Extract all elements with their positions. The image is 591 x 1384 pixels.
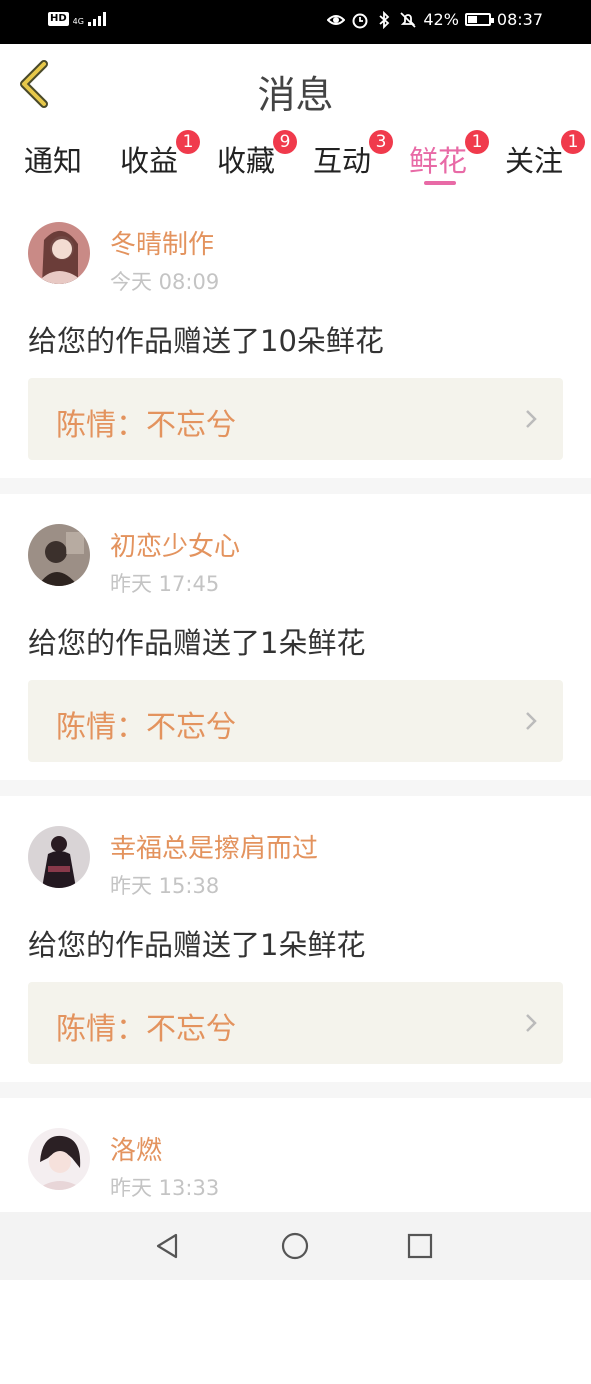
message-list: 冬晴制作 今天 08:09 给您的作品赠送了10朵鲜花 陈情：不忘兮 初恋少女心…	[0, 192, 591, 1384]
status-bar: HD 4G 42% 08:37	[0, 0, 591, 44]
clock: 08:37	[496, 10, 543, 29]
chevron-right-icon	[526, 1014, 537, 1032]
work-title: 陈情：不忘兮	[56, 710, 236, 745]
eye-icon	[326, 11, 346, 29]
username[interactable]: 初恋少女心	[110, 526, 240, 563]
home-circle-icon[interactable]	[279, 1230, 311, 1262]
tab-label: 鲜花	[409, 144, 468, 178]
count-badge: 1	[176, 130, 200, 154]
tab-flowers[interactable]: 鲜花 1	[409, 130, 489, 180]
divider	[0, 780, 591, 796]
timestamp: 昨天 17:45	[110, 572, 220, 596]
tab-following[interactable]: 关注 1	[505, 130, 585, 180]
tab-label: 关注	[505, 144, 564, 178]
divider	[0, 1082, 591, 1098]
avatar[interactable]	[28, 222, 90, 284]
tab-earnings[interactable]: 收益 1	[120, 130, 200, 180]
work-title: 陈情：不忘兮	[56, 1012, 236, 1047]
message-text: 给您的作品赠送了1朵鲜花	[28, 626, 366, 660]
count-badge: 1	[465, 130, 489, 154]
message-card: 冬晴制作 今天 08:09 给您的作品赠送了10朵鲜花 陈情：不忘兮	[0, 192, 591, 478]
divider	[0, 478, 591, 494]
tab-label: 收益	[120, 144, 179, 178]
count-badge: 3	[369, 130, 393, 154]
battery-percent: 42%	[423, 10, 459, 29]
tab-favorites[interactable]: 收藏 9	[217, 130, 297, 180]
hd-indicator: HD	[48, 12, 69, 26]
bluetooth-icon	[375, 10, 393, 29]
timestamp: 昨天 13:33	[110, 1176, 220, 1200]
active-tab-indicator	[424, 181, 456, 185]
work-link[interactable]: 陈情：不忘兮	[28, 982, 563, 1064]
page-title: 消息	[257, 73, 334, 117]
avatar[interactable]	[28, 524, 90, 586]
username[interactable]: 幸福总是擦肩而过	[110, 828, 318, 865]
alarm-icon	[351, 11, 369, 29]
username[interactable]: 洛燃	[110, 1130, 162, 1167]
timestamp: 今天 08:09	[110, 270, 220, 294]
system-nav-bar	[0, 1212, 591, 1280]
timestamp: 昨天 15:38	[110, 874, 220, 898]
recents-square-icon[interactable]	[404, 1230, 436, 1262]
username[interactable]: 冬晴制作	[110, 224, 214, 261]
message-card: 幸福总是擦肩而过 昨天 15:38 给您的作品赠送了1朵鲜花 陈情：不忘兮	[0, 796, 591, 1082]
message-text: 给您的作品赠送了10朵鲜花	[28, 324, 384, 358]
mute-icon	[399, 11, 417, 29]
count-badge: 9	[273, 130, 297, 154]
tab-notifications[interactable]: 通知	[24, 138, 82, 180]
tab-interactions[interactable]: 互动 3	[313, 130, 393, 180]
message-text: 给您的作品赠送了1朵鲜花	[28, 928, 366, 962]
battery-icon	[464, 13, 494, 26]
tab-label: 收藏	[217, 144, 276, 178]
work-link[interactable]: 陈情：不忘兮	[28, 378, 563, 460]
avatar[interactable]	[28, 1128, 90, 1190]
message-card: 初恋少女心 昨天 17:45 给您的作品赠送了1朵鲜花 陈情：不忘兮	[0, 494, 591, 780]
work-link[interactable]: 陈情：不忘兮	[28, 680, 563, 762]
avatar[interactable]	[28, 826, 90, 888]
work-title: 陈情：不忘兮	[56, 408, 236, 443]
chevron-right-icon	[526, 410, 537, 428]
count-badge: 1	[561, 130, 585, 154]
tab-label: 通知	[24, 144, 83, 178]
tab-label: 互动	[313, 144, 372, 178]
header: 消息	[0, 44, 591, 127]
chevron-right-icon	[526, 712, 537, 730]
network-type-label: 4G	[72, 17, 84, 26]
back-triangle-icon[interactable]	[152, 1230, 184, 1262]
signal-icon: 4G	[73, 12, 106, 26]
tab-bar: 通知 收益 1 收藏 9 互动 3 鲜花 1 关注 1	[0, 126, 591, 190]
